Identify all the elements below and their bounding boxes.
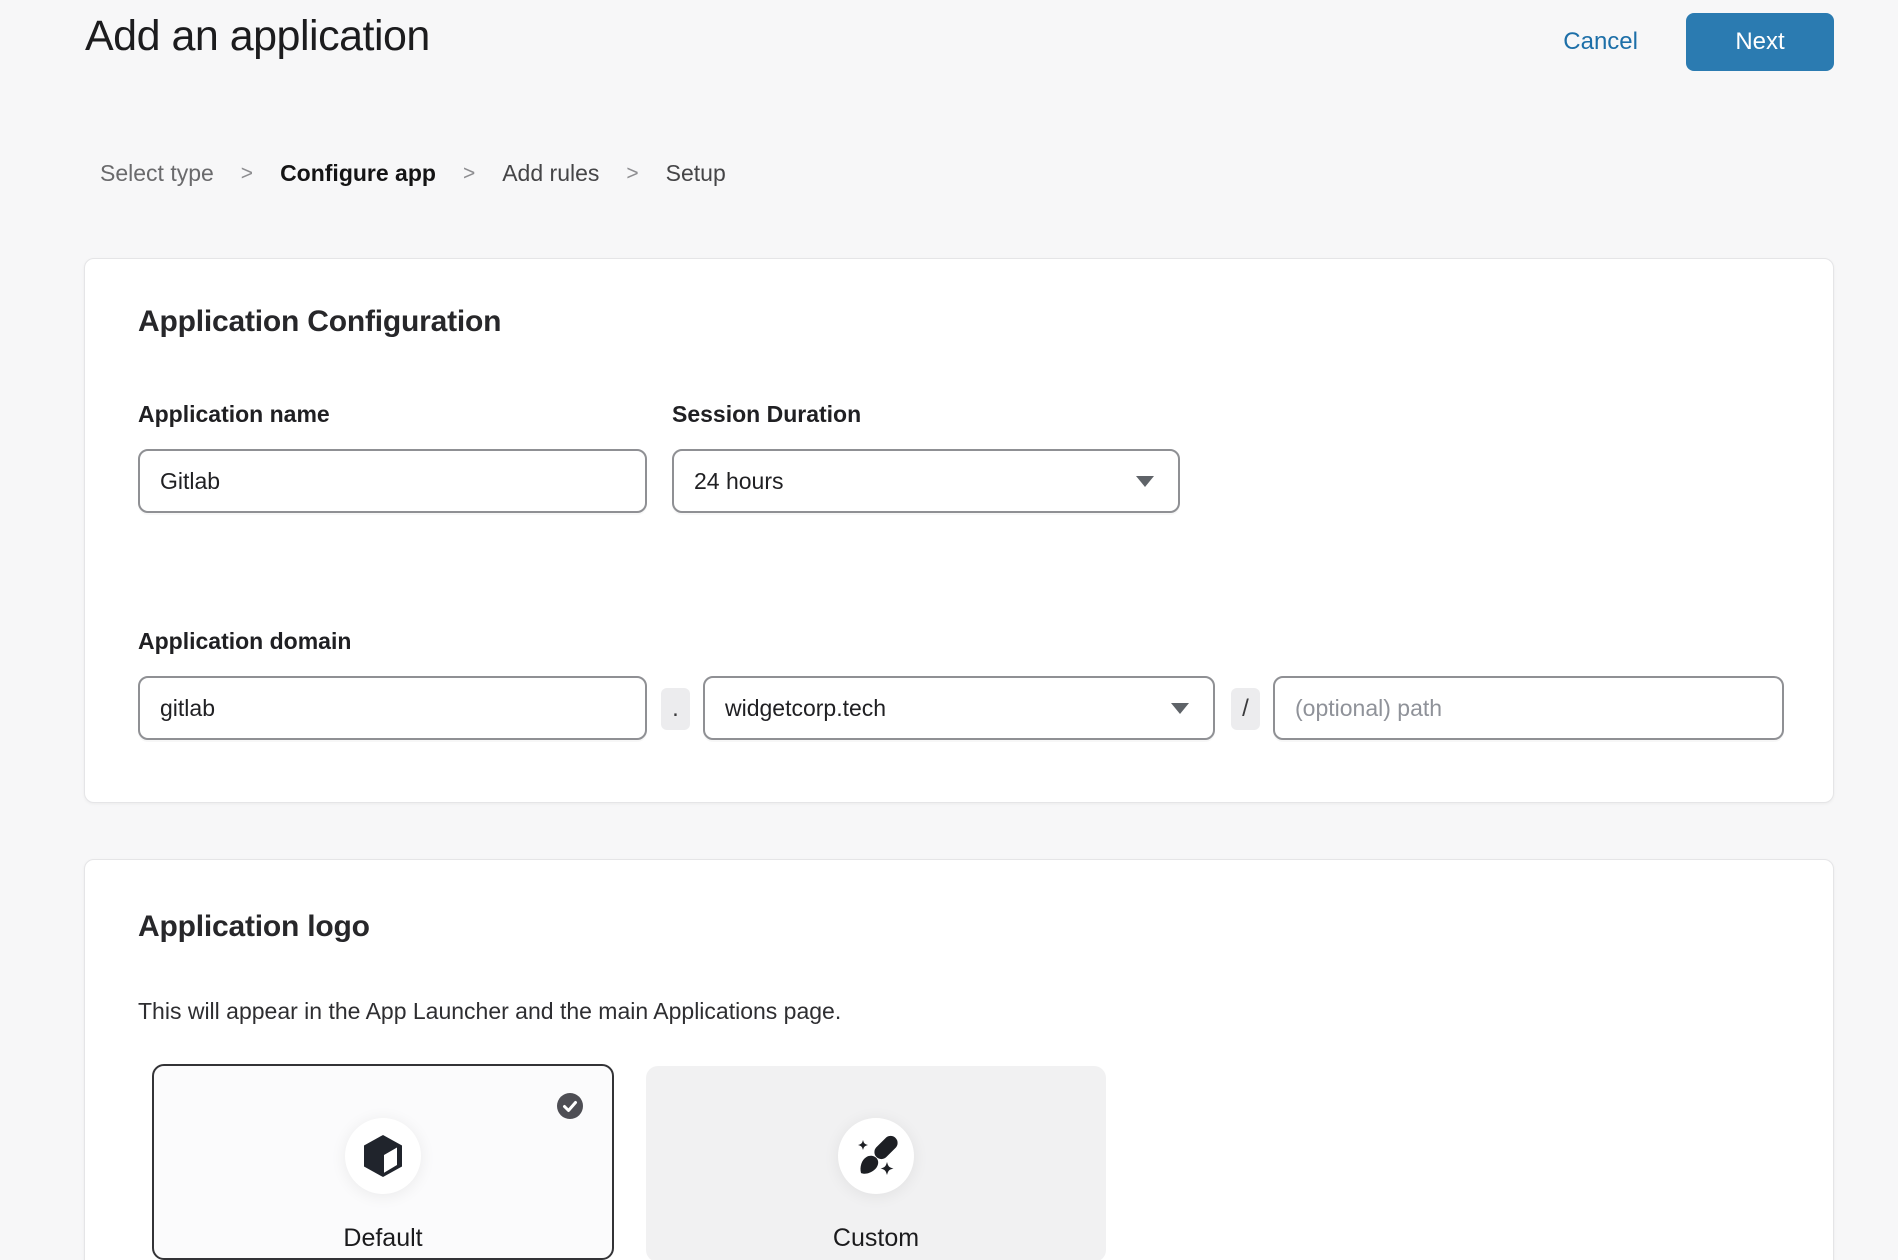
custom-logo-circle (838, 1118, 914, 1194)
breadcrumb-step-add-rules[interactable]: Add rules (502, 160, 599, 187)
breadcrumb-step-configure-app[interactable]: Configure app (280, 160, 436, 187)
next-button[interactable]: Next (1686, 13, 1834, 71)
chevron-down-icon (1171, 703, 1189, 714)
logo-option-label: Default (154, 1224, 612, 1253)
breadcrumb-step-setup[interactable]: Setup (666, 160, 726, 187)
dot-separator: . (661, 688, 690, 730)
logo-option-label: Custom (646, 1224, 1106, 1253)
breadcrumb-step-select-type[interactable]: Select type (100, 160, 214, 187)
chevron-down-icon (1136, 476, 1154, 487)
cancel-button[interactable]: Cancel (1563, 28, 1638, 56)
page-title: Add an application (85, 12, 430, 61)
domain-select[interactable]: widgetcorp.tech (703, 676, 1215, 740)
check-icon (557, 1093, 583, 1119)
application-domain-label: Application domain (138, 628, 351, 655)
session-duration-label: Session Duration (672, 401, 861, 428)
application-name-input[interactable] (138, 449, 647, 513)
logo-option-default[interactable]: Default (152, 1064, 614, 1260)
slash-separator: / (1231, 688, 1260, 730)
header-actions: Cancel Next (1563, 13, 1834, 71)
subdomain-input[interactable] (138, 676, 647, 740)
add-application-page: Add an application Cancel Next Select ty… (0, 0, 1898, 1260)
paintbrush-icon (852, 1132, 900, 1180)
breadcrumb-separator: > (241, 162, 253, 186)
logo-option-custom[interactable]: Custom (646, 1066, 1106, 1260)
session-duration-select[interactable]: 24 hours (672, 449, 1180, 513)
default-logo-circle (345, 1118, 421, 1194)
breadcrumb: Select type > Configure app > Add rules … (100, 160, 726, 187)
application-name-label: Application name (138, 401, 330, 428)
breadcrumb-separator: > (626, 162, 638, 186)
session-duration-value: 24 hours (694, 468, 784, 495)
application-logo-description: This will appear in the App Launcher and… (138, 998, 841, 1025)
application-configuration-heading: Application Configuration (138, 305, 501, 339)
application-configuration-card: Application Configuration Application na… (84, 258, 1834, 803)
path-input[interactable] (1273, 676, 1784, 740)
cube-icon (364, 1135, 402, 1177)
domain-value: widgetcorp.tech (725, 695, 886, 722)
selected-check-badge (557, 1093, 583, 1119)
application-logo-card: Application logo This will appear in the… (84, 859, 1834, 1260)
application-logo-heading: Application logo (138, 910, 370, 944)
breadcrumb-separator: > (463, 162, 475, 186)
